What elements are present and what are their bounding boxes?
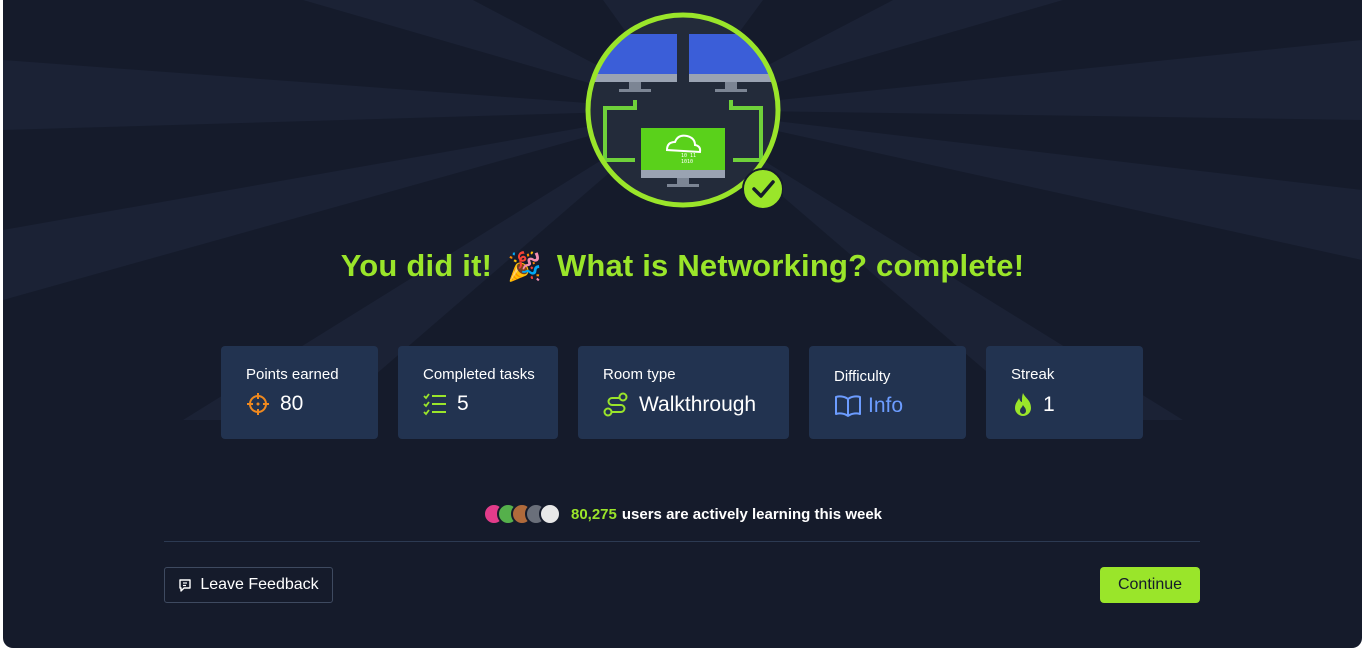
continue-button[interactable]: Continue xyxy=(1100,567,1200,603)
learner-count: 80,275 xyxy=(570,505,617,523)
stat-value: Info xyxy=(868,394,904,417)
stat-value: 1 xyxy=(1043,393,1055,416)
room-complete-modal: 10 11 1010 You did it! 🎉 What is Network… xyxy=(3,0,1362,648)
stat-card-room-type: Room type Walkthrough xyxy=(578,346,789,439)
completion-headline: You did it! 🎉 What is Networking? comple… xyxy=(3,248,1362,284)
checkmark-icon xyxy=(742,168,783,210)
stat-label: Completed tasks xyxy=(423,366,535,383)
comment-icon xyxy=(179,579,192,592)
learner-text: users are actively learning this week xyxy=(621,505,883,523)
avatar xyxy=(538,503,561,525)
leave-feedback-button[interactable]: Leave Feedback xyxy=(164,567,333,603)
leave-feedback-label: Leave Feedback xyxy=(200,576,319,593)
route-icon xyxy=(603,392,628,417)
stat-value: Walkthrough xyxy=(639,393,757,416)
networking-badge: 10 11 1010 xyxy=(585,12,783,210)
svg-text:1010: 1010 xyxy=(681,159,693,165)
stat-label: Difficulty xyxy=(834,368,891,385)
stat-card-streak: Streak 1 xyxy=(986,346,1143,439)
headline-room-complete: What is Networking? complete! xyxy=(556,248,1025,283)
stat-label: Room type xyxy=(603,366,676,383)
stat-label: Points earned xyxy=(246,366,339,383)
active-learners: 80,275 users are actively learning this … xyxy=(3,503,1362,525)
divider xyxy=(164,541,1200,542)
stat-value: 80 xyxy=(280,392,304,415)
stat-card-tasks: Completed tasks 5 xyxy=(398,346,558,439)
stat-card-points: Points earned 80 xyxy=(221,346,378,439)
stat-card-difficulty: Difficulty Info xyxy=(809,346,966,439)
stat-value: 5 xyxy=(457,392,469,415)
checklist-icon xyxy=(423,393,446,416)
stat-label: Streak xyxy=(1011,366,1055,383)
book-icon xyxy=(835,395,861,417)
headline-prefix: You did it! xyxy=(340,248,493,283)
crosshair-icon xyxy=(247,393,269,415)
flame-icon xyxy=(1015,393,1031,416)
avatar-stack xyxy=(482,503,561,525)
party-popper-icon: 🎉 xyxy=(506,251,543,282)
